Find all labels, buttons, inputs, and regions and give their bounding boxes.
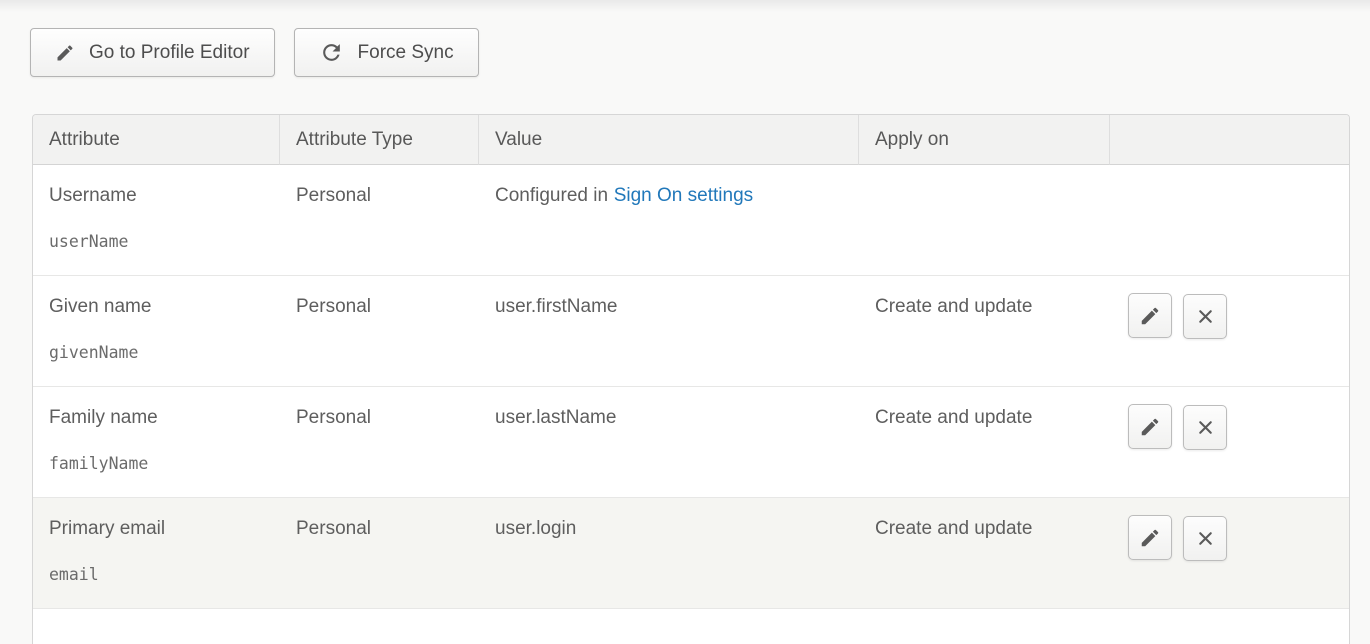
remove-attribute-button[interactable] <box>1183 294 1227 339</box>
close-icon <box>1195 528 1216 549</box>
page-top-edge <box>0 0 1370 12</box>
force-sync-label: Force Sync <box>358 42 454 64</box>
table-row-username: Username userName Personal Configured in… <box>33 165 1349 276</box>
close-icon <box>1195 306 1216 327</box>
table-header-row: Attribute Attribute Type Value Apply on <box>33 115 1349 165</box>
go-to-profile-editor-button[interactable]: Go to Profile Editor <box>30 28 275 77</box>
attribute-type-cell: Personal <box>280 498 479 609</box>
attribute-mappings-table: Attribute Attribute Type Value Apply on … <box>32 114 1350 644</box>
column-header-value: Value <box>479 115 859 165</box>
value-cell: user.firstName <box>479 276 859 387</box>
attribute-label: Family name <box>49 407 264 429</box>
refresh-icon <box>319 40 344 65</box>
apply-on-cell: Create and update <box>859 276 1110 387</box>
go-to-profile-editor-label: Go to Profile Editor <box>89 42 250 64</box>
attribute-type-cell: Personal <box>280 165 479 276</box>
force-sync-button[interactable]: Force Sync <box>294 28 479 77</box>
close-icon <box>1195 417 1216 438</box>
attribute-variable-name: userName <box>49 232 264 251</box>
attribute-variable-name: familyName <box>49 454 264 473</box>
apply-on-cell: Create and update <box>859 387 1110 498</box>
pencil-icon <box>1139 527 1161 549</box>
pencil-icon <box>1139 305 1161 327</box>
apply-on-cell <box>859 165 1110 276</box>
table-row-primary-email: Primary email email Personal user.login … <box>33 498 1349 609</box>
edit-attribute-button[interactable] <box>1128 515 1172 560</box>
pencil-icon <box>1139 416 1161 438</box>
remove-attribute-button[interactable] <box>1183 516 1227 561</box>
attribute-type-cell: Personal <box>280 276 479 387</box>
edit-attribute-button[interactable] <box>1128 293 1172 338</box>
table-row-given-name: Given name givenName Personal user.first… <box>33 276 1349 387</box>
attribute-type-cell: Personal <box>280 387 479 498</box>
attribute-label: Given name <box>49 296 264 318</box>
attribute-label: Primary email <box>49 518 264 540</box>
value-text: Configured in <box>495 185 608 206</box>
column-header-attribute: Attribute <box>33 115 280 165</box>
toolbar: Go to Profile Editor Force Sync <box>0 12 1370 77</box>
edit-attribute-button[interactable] <box>1128 404 1172 449</box>
sign-on-settings-link[interactable]: Sign On settings <box>614 185 753 206</box>
value-cell: user.lastName <box>479 387 859 498</box>
column-header-actions <box>1110 115 1349 165</box>
apply-on-cell: Create and update <box>859 498 1110 609</box>
table-row-family-name: Family name familyName Personal user.las… <box>33 387 1349 498</box>
remove-attribute-button[interactable] <box>1183 405 1227 450</box>
table-row-partial <box>33 609 1349 644</box>
attribute-label: Username <box>49 185 264 207</box>
attribute-variable-name: givenName <box>49 343 264 362</box>
column-header-attribute-type: Attribute Type <box>280 115 479 165</box>
attribute-variable-name: email <box>49 565 264 584</box>
pencil-icon <box>55 43 75 63</box>
value-cell: user.login <box>479 498 859 609</box>
column-header-apply-on: Apply on <box>859 115 1110 165</box>
